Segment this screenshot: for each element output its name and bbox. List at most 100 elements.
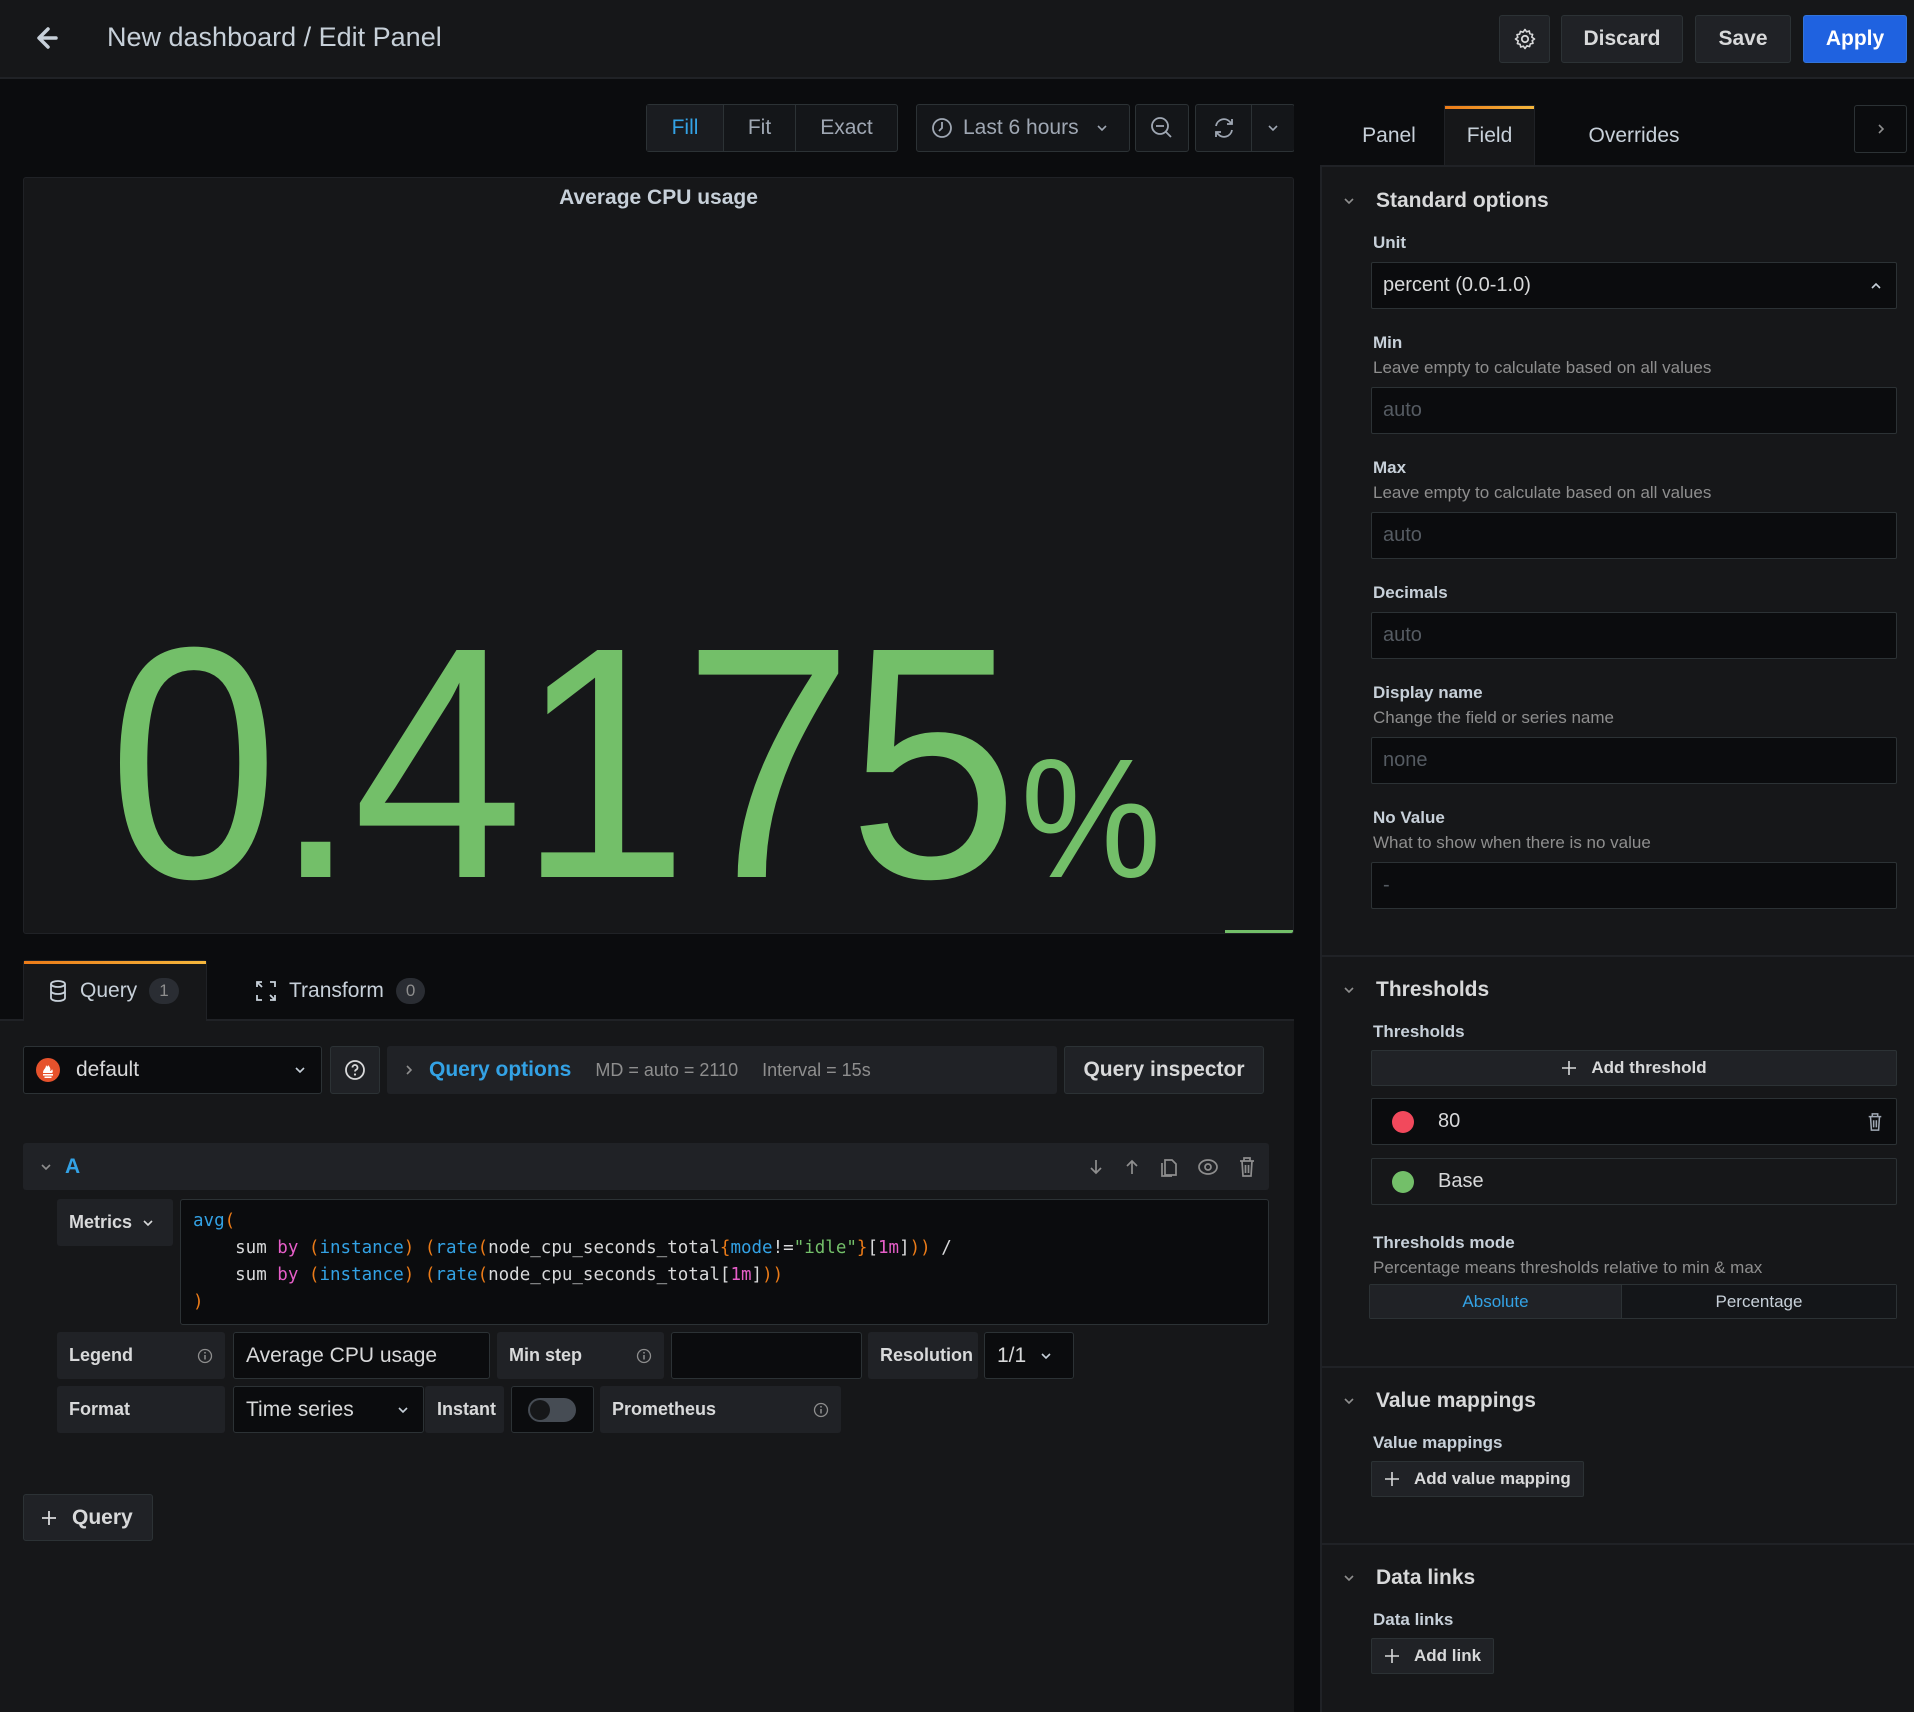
add-link-button[interactable]: Add link [1371,1638,1495,1674]
options-tabs: Panel Field Overrides [1320,79,1914,166]
display-name-label: Display name [1373,683,1483,702]
back-arrow-icon[interactable] [30,18,70,58]
refresh-interval-dropdown[interactable] [1252,105,1294,151]
max-label: Max [1373,458,1407,477]
instant-toggle-wrap [511,1386,594,1433]
add-link-label: Add link [1414,1646,1482,1665]
unit-label: Unit [1373,233,1407,252]
move-down-icon[interactable] [1087,1157,1105,1177]
query-editor-area: default Query options MD = auto = 2110 I… [0,1021,1294,1712]
interval-info: Interval = 15s [762,1059,871,1080]
prometheus-logo-icon [36,1058,60,1082]
eye-icon[interactable] [1197,1157,1219,1177]
section-title: Thresholds [1376,978,1490,1001]
settings-button[interactable] [1499,15,1550,63]
database-icon [48,979,68,1003]
add-query-label: Query [72,1505,133,1529]
threshold-value: 80 [1438,1110,1461,1132]
add-threshold-button[interactable]: Add threshold [1371,1050,1897,1086]
tab-panel[interactable]: Panel [1345,105,1433,166]
instant-label: Instant [425,1386,504,1433]
move-up-icon[interactable] [1123,1157,1141,1177]
section-divider [1322,955,1914,957]
section-value-mappings[interactable]: Value mappings [1342,1389,1536,1413]
save-button[interactable]: Save [1695,15,1791,63]
code-line-1: avg( [193,1211,236,1231]
zoom-out-icon [1149,115,1175,141]
instant-toggle[interactable] [528,1398,576,1422]
mode-absolute[interactable]: Absolute [1370,1285,1622,1318]
tab-overrides[interactable]: Overrides [1570,105,1698,166]
threshold-step-80[interactable]: 80 [1371,1098,1897,1145]
threshold-color-swatch[interactable] [1392,1110,1414,1133]
tab-query[interactable]: Query 1 [23,960,207,1021]
pane-splitter[interactable] [1294,79,1320,1712]
duplicate-icon[interactable] [1159,1156,1179,1178]
chevron-down-icon[interactable] [39,1160,53,1174]
tab-transform-label: Transform [289,978,384,1002]
discard-button[interactable]: Discard [1561,15,1683,63]
info-icon[interactable] [197,1348,213,1364]
promql-editor[interactable]: avg( sum by (instance) (rate(node_cpu_se… [180,1199,1269,1325]
tab-field[interactable]: Field [1444,105,1535,166]
trash-icon[interactable] [1237,1156,1257,1178]
decimals-label: Decimals [1373,583,1448,602]
mode-percentage[interactable]: Percentage [1622,1285,1896,1318]
view-mode-exact[interactable]: Exact [796,105,897,151]
section-data-links[interactable]: Data links [1342,1566,1475,1590]
view-mode-fill[interactable]: Fill [647,105,724,151]
chevron-down-icon [1095,121,1109,135]
panel-visualization: Average CPU usage 0.4175 % [23,177,1294,934]
section-thresholds[interactable]: Thresholds [1342,978,1489,1002]
thresholds-mode-label: Thresholds mode [1373,1233,1515,1252]
resolution-select[interactable]: 1/1 [984,1332,1074,1379]
options-pane: Standard options Unit percent (0.0-1.0) … [1320,165,1914,1712]
legend-input[interactable]: Average CPU usage [233,1332,490,1379]
min-step-input[interactable] [671,1332,862,1379]
no-value-input[interactable]: - [1371,862,1897,909]
unit-select[interactable]: percent (0.0-1.0) [1371,262,1897,309]
query-options-label[interactable]: Query options [429,1058,571,1082]
refresh-button[interactable] [1196,105,1252,151]
query-row-header[interactable]: A [23,1143,1269,1190]
resolution-value: 1/1 [997,1343,1027,1367]
chevron-right-icon [403,1063,415,1077]
query-tabs: Query 1 Transform 0 [0,960,1294,1021]
section-divider [1322,1543,1914,1545]
metrics-button[interactable]: Metrics [57,1199,173,1246]
code-line-2: sum by (instance) (rate(node_cpu_seconds… [193,1238,952,1258]
view-mode-fit[interactable]: Fit [724,105,796,151]
stat-value: 0.4175 % [108,598,1161,928]
legend-label: Legend [57,1332,225,1379]
add-value-mapping-button[interactable]: Add value mapping [1371,1461,1584,1497]
info-icon[interactable] [636,1348,652,1364]
zoom-out-button[interactable] [1135,104,1189,152]
threshold-step-base[interactable]: Base [1371,1158,1897,1205]
section-standard-options[interactable]: Standard options [1342,189,1549,213]
datasource-picker[interactable]: default [23,1046,322,1094]
info-icon[interactable] [813,1402,829,1418]
help-button[interactable] [330,1046,380,1094]
trash-icon[interactable] [1866,1112,1884,1132]
thresholds-mode-description: Percentage means thresholds relative to … [1373,1258,1763,1277]
display-name-input[interactable]: none [1371,737,1897,784]
chevron-down-icon [1342,1571,1356,1585]
unit-value: percent (0.0-1.0) [1383,274,1531,296]
time-range-label: Last 6 hours [963,116,1079,139]
format-select[interactable]: Time series [233,1386,424,1433]
query-ref-id[interactable]: A [65,1155,80,1179]
add-query-button[interactable]: Query [23,1494,153,1541]
max-input[interactable]: auto [1371,512,1897,559]
collapse-options-button[interactable] [1854,105,1907,153]
time-range-picker[interactable]: Last 6 hours [916,104,1130,152]
min-input[interactable]: auto [1371,387,1897,434]
max-datapoints-info: MD = auto = 2110 [595,1059,739,1080]
apply-button[interactable]: Apply [1803,15,1907,63]
query-inspector-button[interactable]: Query inspector [1064,1046,1264,1094]
query-options-bar[interactable]: Query options MD = auto = 2110 Interval … [387,1046,1057,1094]
decimals-input[interactable]: auto [1371,612,1897,659]
prometheus-label-text: Prometheus [612,1399,717,1419]
section-title: Standard options [1376,189,1549,212]
threshold-color-swatch[interactable] [1392,1170,1414,1193]
tab-transform[interactable]: Transform 0 [255,960,426,1021]
